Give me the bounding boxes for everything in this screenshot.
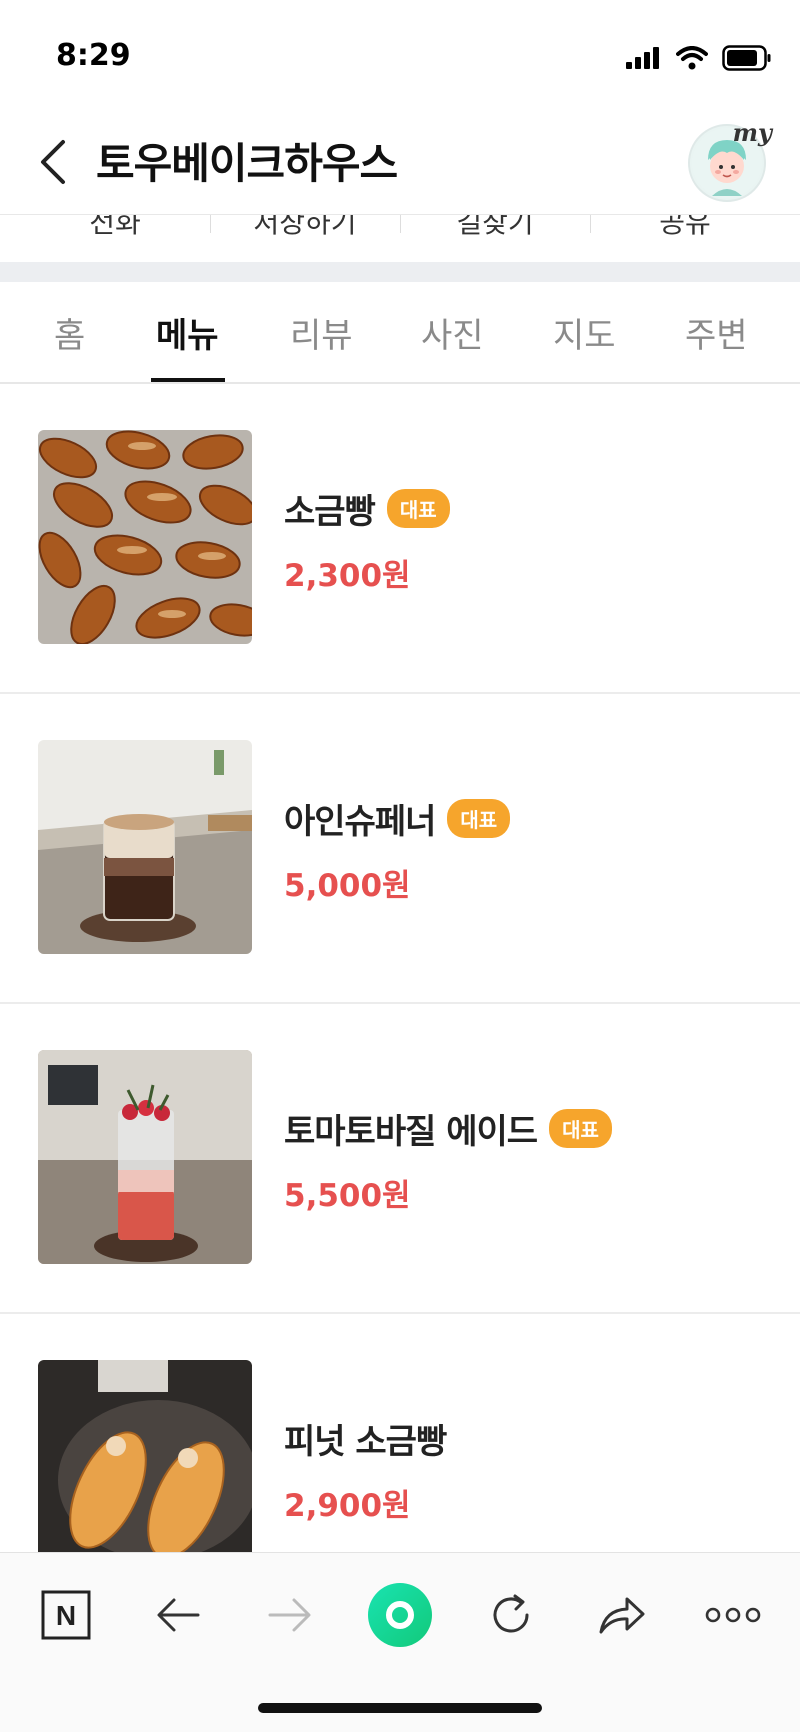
forward-arrow-icon (268, 1598, 311, 1632)
menu-item[interactable]: 토마토바질 에이드 대표 5,500원 (0, 1004, 800, 1314)
peanut-bread-image (38, 1360, 252, 1574)
directions-button[interactable]: 길찾기 (400, 215, 590, 241)
menu-item-name: 소금빵 (284, 492, 376, 532)
status-bar: 8:29 (0, 0, 800, 110)
tab-photo[interactable]: 사진 (421, 308, 484, 357)
share-icon (599, 1597, 645, 1634)
more-icon (705, 1607, 761, 1623)
menu-item-price: 2,300원 (284, 558, 411, 594)
menu-item[interactable]: 소금빵 대표 2,300원 (0, 384, 800, 694)
menu-item-photo[interactable] (38, 740, 252, 954)
home-indicator[interactable] (258, 1703, 542, 1713)
menu-item-photo[interactable] (38, 1050, 252, 1264)
menu-item-name: 피넛 소금빵 (284, 1422, 447, 1462)
naver-home-icon: N (41, 1590, 91, 1640)
naver-home-button[interactable]: N (30, 1579, 102, 1651)
tab-menu[interactable]: 메뉴 (156, 308, 219, 357)
menu-item-title-row: 토마토바질 에이드 대표 (284, 1104, 612, 1153)
refresh-button[interactable] (475, 1579, 547, 1651)
menu-item-name: 토마토바질 에이드 (284, 1112, 538, 1152)
menu-item[interactable]: 아인슈페너 대표 5,000원 (0, 694, 800, 1004)
share-action-button[interactable]: 공유 (590, 215, 780, 241)
signature-badge: 대표 (549, 1109, 612, 1148)
green-dot-button[interactable] (364, 1579, 436, 1651)
menu-item-title-row: 아인슈페너 대표 (284, 794, 511, 843)
menu-item-photo[interactable] (38, 1360, 252, 1574)
chevron-left-icon (41, 140, 65, 184)
naver-logo-letter: N (56, 1600, 76, 1631)
menu-item-title-row: 소금빵 대표 (284, 484, 450, 533)
avatar-my-label: my (732, 118, 772, 147)
wifi-icon (676, 46, 708, 70)
tab-home[interactable]: 홈 (54, 308, 85, 357)
page-title: 토우베이크하우스 (96, 139, 398, 188)
einspanner-image (38, 740, 252, 954)
section-divider (0, 262, 800, 282)
back-arrow-icon (157, 1598, 200, 1632)
signature-badge: 대표 (447, 799, 511, 838)
more-button[interactable] (697, 1579, 769, 1651)
tomato-ade-image (38, 1050, 252, 1264)
tab-review[interactable]: 리뷰 (290, 308, 353, 357)
menu-list: 소금빵 대표 2,300원 아인슈페너 대표 5,000원 토마토바질 에이드 … (0, 384, 800, 1624)
status-time: 8:29 (56, 38, 131, 73)
tab-map[interactable]: 지도 (553, 308, 616, 357)
header: 토우베이크하우스 my (0, 110, 800, 214)
battery-icon (722, 45, 771, 71)
refresh-icon (493, 1594, 529, 1633)
save-button[interactable]: 저장하기 (210, 215, 400, 241)
status-icons (626, 44, 772, 72)
browser-toolbar: N (0, 1552, 800, 1732)
nav-forward-button[interactable] (254, 1579, 326, 1651)
signal-icon (626, 47, 659, 69)
call-button[interactable]: 전화 (20, 215, 210, 241)
tab-nearby[interactable]: 주변 (685, 308, 748, 357)
green-dot-icon (368, 1583, 432, 1647)
menu-item-photo[interactable] (38, 430, 252, 644)
menu-item-price: 5,000원 (284, 868, 411, 904)
salt-bread-image (38, 430, 252, 644)
signature-badge: 대표 (386, 489, 450, 528)
nav-back-button[interactable] (142, 1579, 214, 1651)
menu-item-price: 2,900원 (284, 1488, 411, 1524)
action-row: 전화 저장하기 길찾기 공유 (0, 214, 800, 262)
share-button[interactable] (586, 1579, 658, 1651)
menu-item-price: 5,500원 (284, 1178, 411, 1214)
tab-bar: 홈 메뉴 리뷰 사진 지도 주변 (0, 282, 800, 384)
back-button[interactable] (30, 134, 74, 190)
menu-item-title-row: 피넛 소금빵 (284, 1414, 447, 1463)
menu-item-name: 아인슈페너 (284, 802, 436, 842)
active-tab-indicator (151, 378, 225, 382)
